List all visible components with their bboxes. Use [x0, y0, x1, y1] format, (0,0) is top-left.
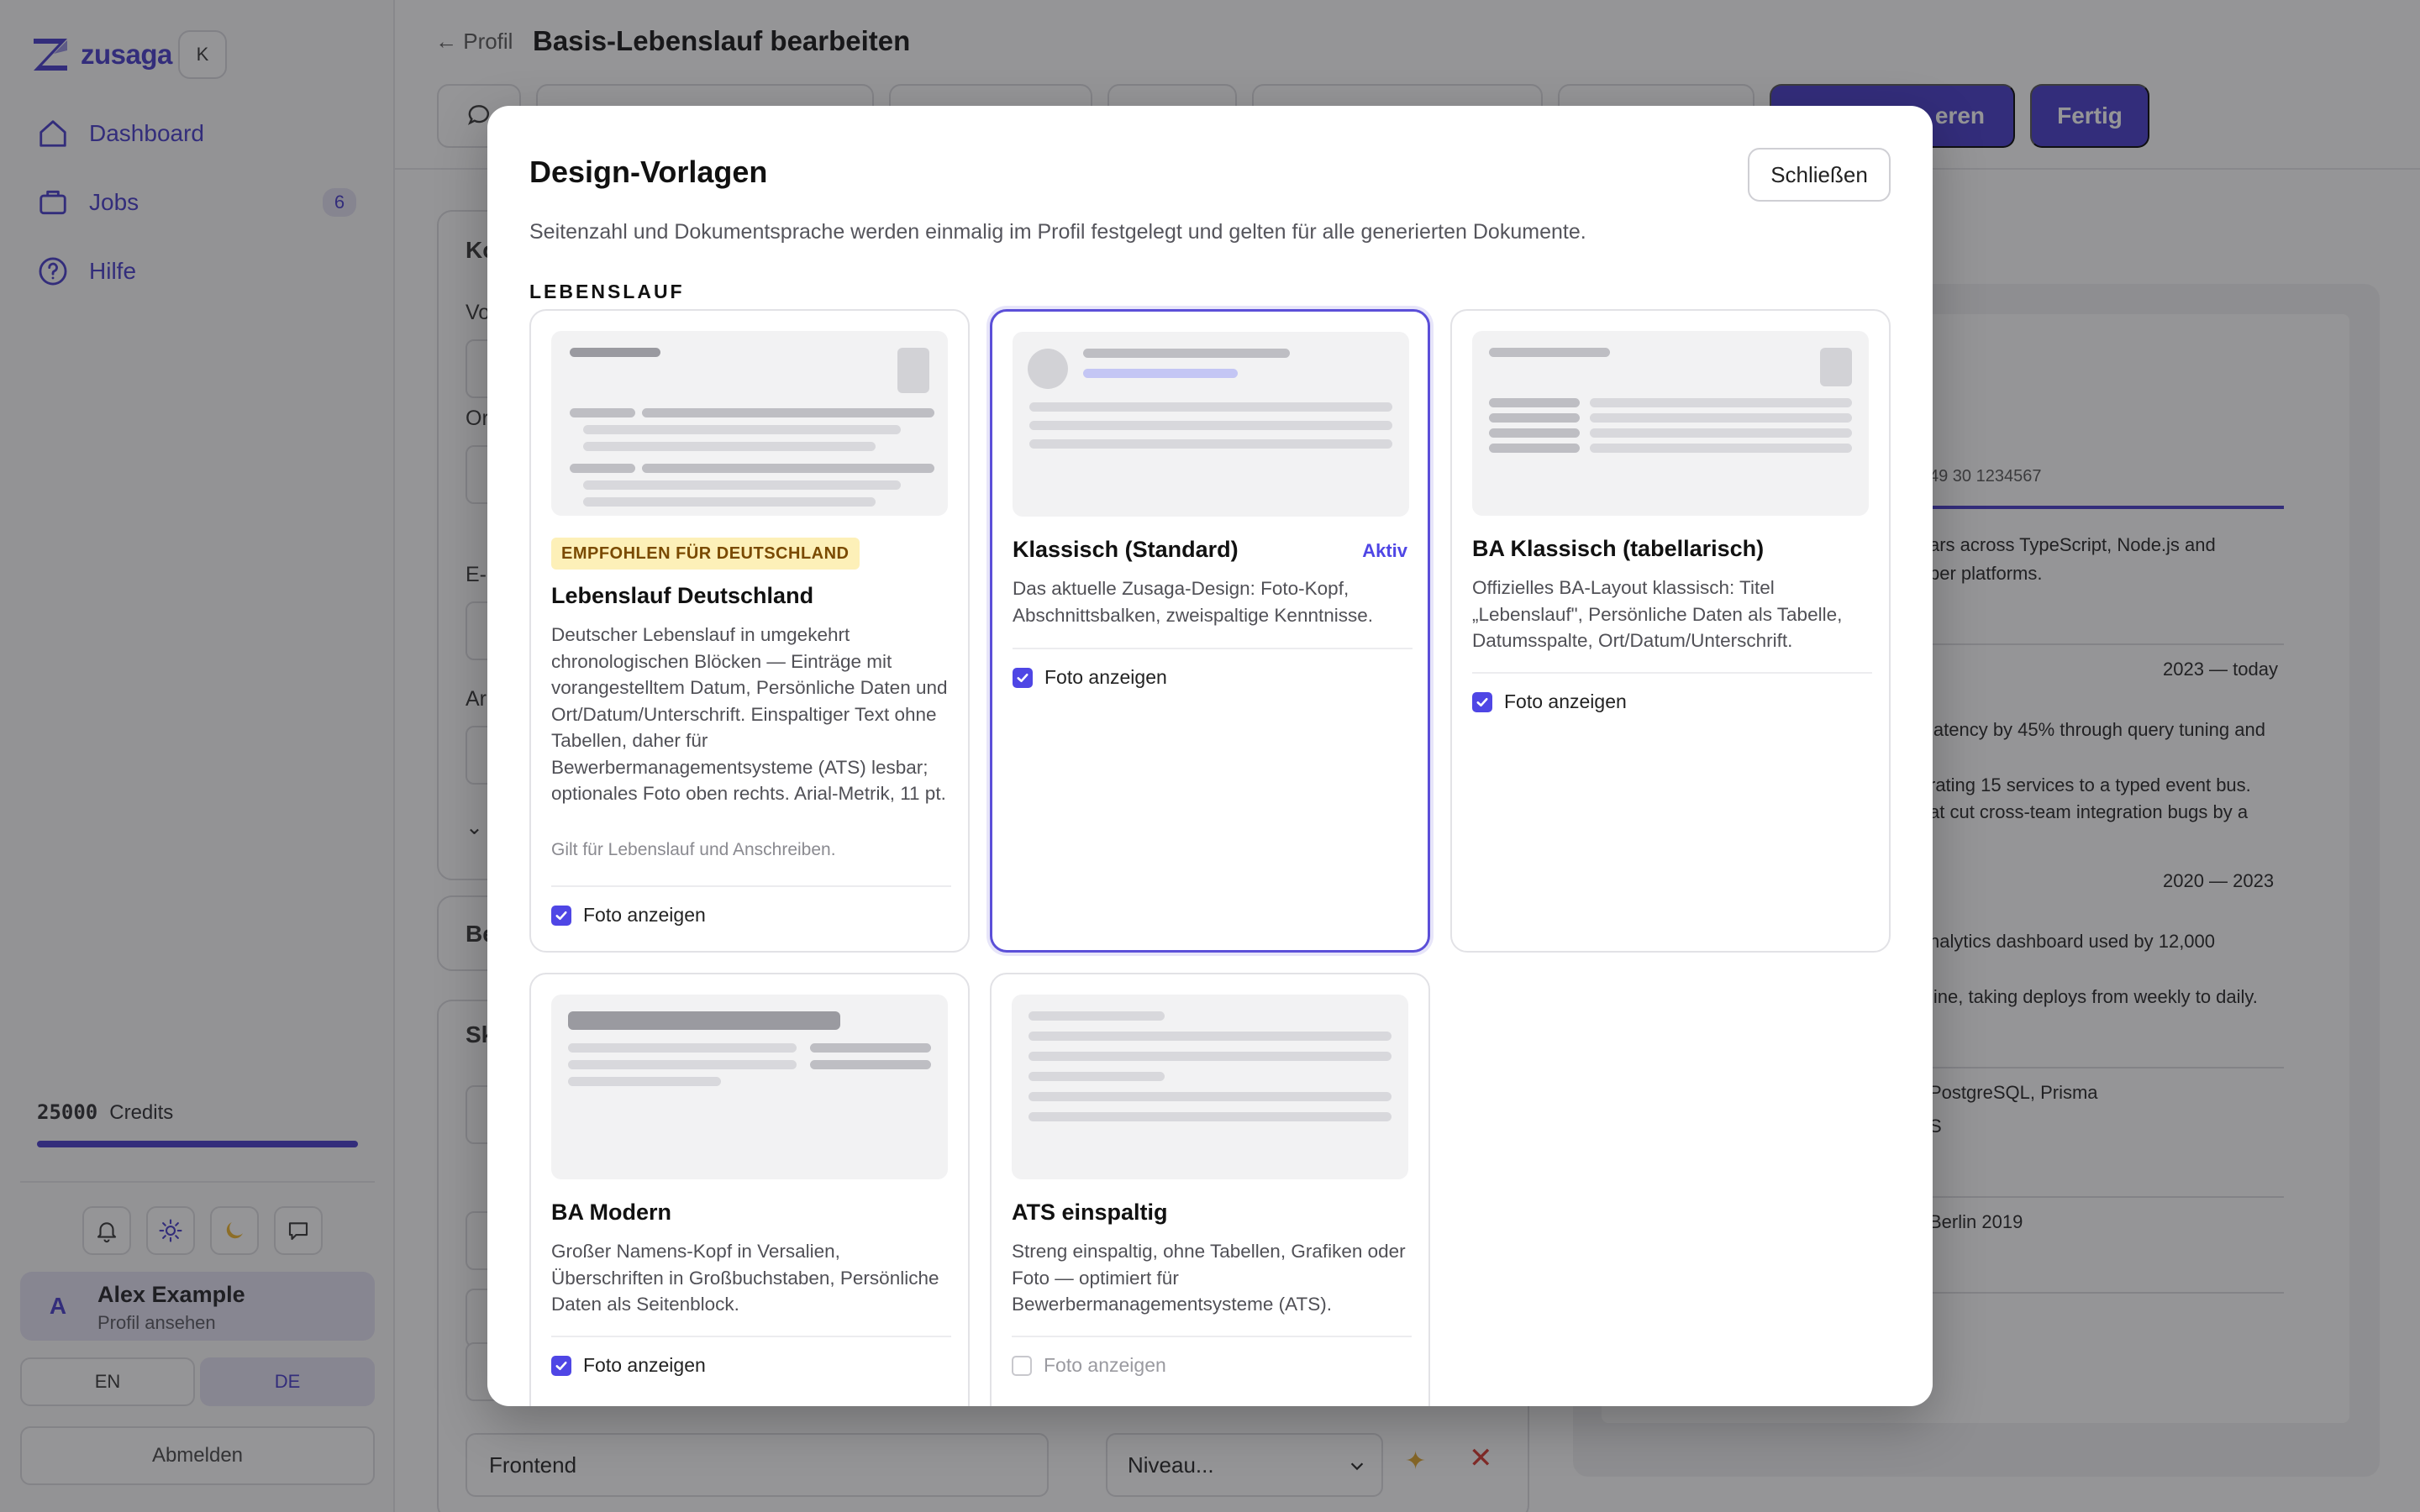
- thumb-line: [570, 408, 635, 417]
- thumb-line: [1489, 428, 1580, 438]
- template-card-ba-modern[interactable]: BA Modern Großer Namens-Kopf in Versalie…: [529, 973, 970, 1406]
- thumb-line: [1028, 1011, 1165, 1021]
- divider: [551, 885, 951, 887]
- thumb-line: [1028, 1032, 1392, 1041]
- template-thumbnail: [551, 331, 948, 516]
- section-heading: LEBENSLAUF: [529, 281, 685, 302]
- thumb-line: [568, 1060, 797, 1069]
- thumb-line: [1029, 439, 1392, 449]
- thumb-line: [810, 1043, 931, 1053]
- template-description: Das aktuelle Zusaga-Design: Foto-Kopf, A…: [1013, 578, 1373, 626]
- template-card-ats-einspaltig[interactable]: ATS einspaltig Streng einspaltig, ohne T…: [990, 973, 1430, 1406]
- template-note: Gilt für Lebenslauf und Anschreiben.: [551, 840, 836, 859]
- divider: [1472, 672, 1872, 674]
- checkbox-label: Foto anzeigen: [583, 904, 706, 926]
- thumb-line: [1489, 348, 1610, 357]
- check-icon: [1017, 673, 1028, 682]
- thumb-line: [1489, 444, 1580, 453]
- dialog-title: Design-Vorlagen: [529, 155, 768, 189]
- template-title: Lebenslauf Deutschland: [551, 583, 814, 608]
- template-title: ATS einspaltig: [1012, 1200, 1168, 1225]
- show-photo-toggle[interactable]: Foto anzeigen: [1472, 690, 1627, 713]
- checkbox-checked[interactable]: [551, 1355, 571, 1376]
- thumb-line: [642, 408, 934, 417]
- thumb-photo: [897, 348, 929, 393]
- template-thumbnail: [1012, 995, 1408, 1179]
- template-description: Offizielles BA-Layout klassisch: Titel „…: [1472, 577, 1843, 651]
- check-icon: [555, 1361, 567, 1370]
- recommended-badge: EMPFOHLEN FÜR DEUTSCHLAND: [551, 538, 860, 570]
- close-button[interactable]: Schließen: [1748, 148, 1891, 202]
- template-card-ba-klassisch[interactable]: BA Klassisch (tabellarisch) Offizielles …: [1450, 309, 1891, 953]
- thumb-line: [568, 1011, 840, 1030]
- template-thumbnail: [551, 995, 948, 1179]
- thumb-line: [568, 1077, 721, 1086]
- thumb-line: [1028, 1052, 1392, 1061]
- thumb-line: [1028, 1092, 1392, 1101]
- checkbox-checked[interactable]: [551, 905, 571, 926]
- template-thumbnail: [1013, 332, 1409, 517]
- divider: [1012, 1336, 1412, 1337]
- show-photo-toggle: Foto anzeigen: [1012, 1354, 1166, 1377]
- checkbox-label: Foto anzeigen: [1044, 1354, 1166, 1376]
- thumb-line: [1590, 413, 1852, 423]
- thumb-accent-line: [1083, 369, 1238, 378]
- thumb-line: [1028, 1072, 1165, 1081]
- design-templates-dialog: Design-Vorlagen Schließen Seitenzahl und…: [487, 106, 1933, 1406]
- template-title: BA Klassisch (tabellarisch): [1472, 536, 1765, 561]
- active-badge: Aktiv: [1362, 540, 1407, 561]
- check-icon: [555, 911, 567, 920]
- divider: [1013, 648, 1413, 649]
- checkbox-checked[interactable]: [1472, 691, 1492, 712]
- thumb-line: [583, 442, 876, 451]
- thumb-photo: [1028, 349, 1068, 389]
- checkbox-disabled: [1012, 1355, 1032, 1376]
- checkbox-label: Foto anzeigen: [583, 1354, 706, 1376]
- thumb-photo: [1820, 348, 1852, 386]
- show-photo-toggle[interactable]: Foto anzeigen: [1013, 666, 1167, 689]
- thumb-line: [1029, 421, 1392, 430]
- checkbox-label: Foto anzeigen: [1504, 690, 1627, 712]
- thumb-line: [1489, 413, 1580, 423]
- divider: [551, 1336, 951, 1337]
- thumb-line: [568, 1043, 797, 1053]
- template-card-lebenslauf-deutschland[interactable]: EMPFOHLEN FÜR DEUTSCHLAND Lebenslauf Deu…: [529, 309, 970, 953]
- thumb-line: [570, 464, 635, 473]
- thumb-line: [1590, 428, 1852, 438]
- template-description: Großer Namens-Kopf in Versalien, Übersch…: [551, 1241, 939, 1315]
- thumb-line: [583, 425, 901, 434]
- template-card-klassisch[interactable]: Klassisch (Standard) Aktiv Das aktuelle …: [990, 309, 1430, 953]
- checkbox-checked[interactable]: [1013, 667, 1033, 688]
- thumb-line: [1590, 398, 1852, 407]
- template-thumbnail: [1472, 331, 1869, 516]
- template-title: BA Modern: [551, 1200, 671, 1225]
- thumb-line: [583, 480, 901, 490]
- thumb-line: [1083, 349, 1290, 358]
- thumb-line: [1489, 398, 1580, 407]
- thumb-line: [1029, 402, 1392, 412]
- thumb-line: [583, 497, 876, 507]
- show-photo-toggle[interactable]: Foto anzeigen: [551, 904, 706, 927]
- checkbox-label: Foto anzeigen: [1044, 666, 1167, 688]
- thumb-line: [642, 464, 934, 473]
- thumb-line: [1590, 444, 1852, 453]
- show-photo-toggle[interactable]: Foto anzeigen: [551, 1354, 706, 1377]
- thumb-line: [1028, 1112, 1392, 1121]
- check-icon: [1476, 697, 1488, 706]
- template-description: Deutscher Lebenslauf in umgekehrt chrono…: [551, 624, 948, 804]
- template-description: Streng einspaltig, ohne Tabellen, Grafik…: [1012, 1241, 1406, 1315]
- thumb-line: [570, 348, 660, 357]
- template-title: Klassisch (Standard): [1013, 537, 1239, 562]
- dialog-subtitle: Seitenzahl und Dokumentsprache werden ei…: [529, 220, 1586, 244]
- thumb-line: [810, 1060, 931, 1069]
